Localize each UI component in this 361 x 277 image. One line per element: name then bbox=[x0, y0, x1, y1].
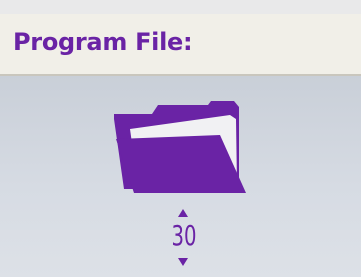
top-margin bbox=[0, 0, 361, 14]
arrow-up-icon[interactable] bbox=[178, 209, 188, 217]
arrow-down-icon[interactable] bbox=[178, 258, 188, 266]
page-title: Program File: bbox=[13, 28, 193, 56]
header-bar: Program File: bbox=[0, 14, 361, 76]
program-number-selector[interactable]: 30 bbox=[164, 209, 204, 269]
folder-icon[interactable] bbox=[112, 99, 248, 201]
folder-icon-graphic bbox=[114, 101, 246, 193]
program-number-value: 30 bbox=[171, 219, 197, 252]
